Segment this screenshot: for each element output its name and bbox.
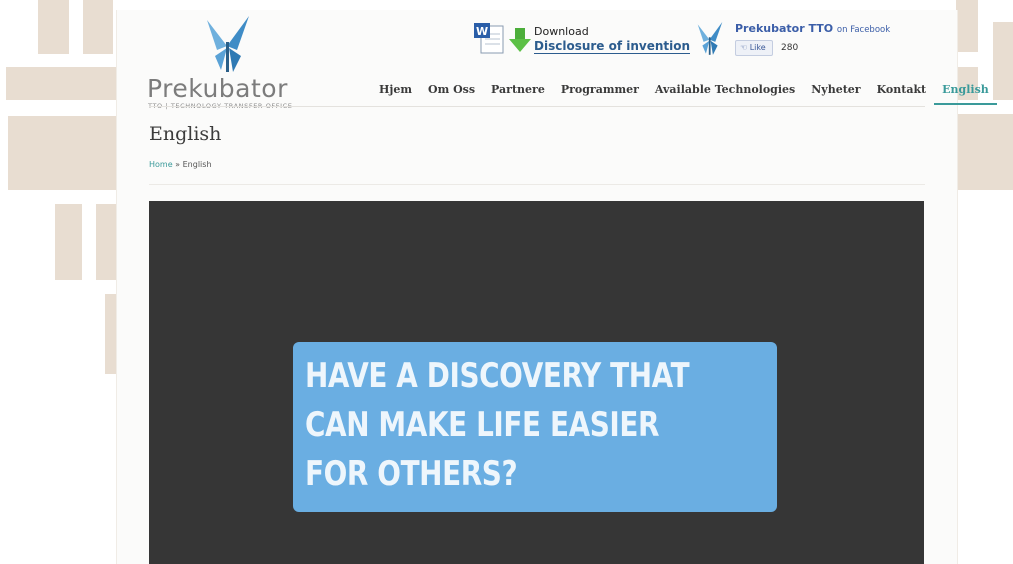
facebook-like-button[interactable]: ☜ Like: [735, 40, 773, 56]
facebook-widget: Prekubator TTO on Facebook ☜ Like 280: [695, 20, 915, 62]
site-logo[interactable]: Prekubator TTO | TECHNOLOGY TRANSFER OFF…: [147, 16, 317, 110]
download-arrow-icon: [509, 28, 531, 52]
disclosure-of-invention-link[interactable]: Disclosure of invention: [534, 39, 691, 54]
background-block: [6, 67, 116, 100]
main-nav: Hjem Om Oss Partnere Programmer Availabl…: [371, 80, 997, 108]
word-document-icon: W: [474, 23, 504, 54]
like-count: 280: [781, 43, 799, 53]
background-block: [105, 294, 116, 374]
nav-item-nyheter[interactable]: Nyheter: [803, 80, 868, 105]
nav-item-english[interactable]: English: [934, 80, 997, 105]
page-container: Prekubator TTO | TECHNOLOGY TRANSFER OFF…: [116, 10, 997, 564]
video-player[interactable]: HAVE A DISCOVERY THAT CAN MAKE LIFE EASI…: [149, 201, 924, 564]
facebook-page-name[interactable]: Prekubator TTO on Facebook: [735, 22, 890, 35]
download-disclosure[interactable]: W Download Disclosure of invention: [473, 22, 691, 58]
download-title: Download: [534, 25, 589, 38]
nav-item-programmer[interactable]: Programmer: [553, 80, 647, 105]
breadcrumb-current: English: [182, 160, 212, 169]
butterfly-logo-icon: [697, 22, 723, 55]
logo-wordmark: Prekubator: [147, 74, 288, 103]
like-label: Like: [749, 43, 766, 52]
nav-item-hjem[interactable]: Hjem: [371, 80, 420, 105]
nav-item-kontakt[interactable]: Kontakt: [869, 80, 935, 105]
butterfly-logo-icon: [207, 16, 249, 72]
background-block: [8, 116, 116, 190]
content-divider: [149, 184, 925, 185]
nav-item-available-technologies[interactable]: Available Technologies: [647, 80, 803, 105]
page-title: English: [149, 123, 222, 145]
facebook-suffix: on Facebook: [836, 25, 891, 35]
background-block: [956, 114, 1013, 190]
svg-text:W: W: [476, 25, 488, 38]
background-block: [38, 0, 69, 54]
callout-line: CAN MAKE LIFE EASIER: [305, 405, 660, 445]
thumbs-up-icon: ☜: [740, 43, 748, 52]
breadcrumb: Home » English: [149, 160, 212, 169]
nav-item-om-oss[interactable]: Om Oss: [420, 80, 483, 105]
callout-line: HAVE A DISCOVERY THAT: [305, 356, 690, 396]
video-callout: HAVE A DISCOVERY THAT CAN MAKE LIFE EASI…: [293, 342, 777, 512]
background-block: [96, 204, 116, 280]
breadcrumb-home-link[interactable]: Home: [149, 160, 173, 169]
header-divider: [149, 106, 925, 107]
background-block: [55, 204, 82, 280]
background-block: [956, 0, 978, 52]
nav-item-partnere[interactable]: Partnere: [483, 80, 553, 105]
callout-line: FOR OTHERS?: [305, 454, 518, 494]
breadcrumb-separator: »: [175, 160, 181, 169]
facebook-page-title[interactable]: Prekubator TTO: [735, 22, 833, 35]
background-block: [83, 0, 113, 54]
